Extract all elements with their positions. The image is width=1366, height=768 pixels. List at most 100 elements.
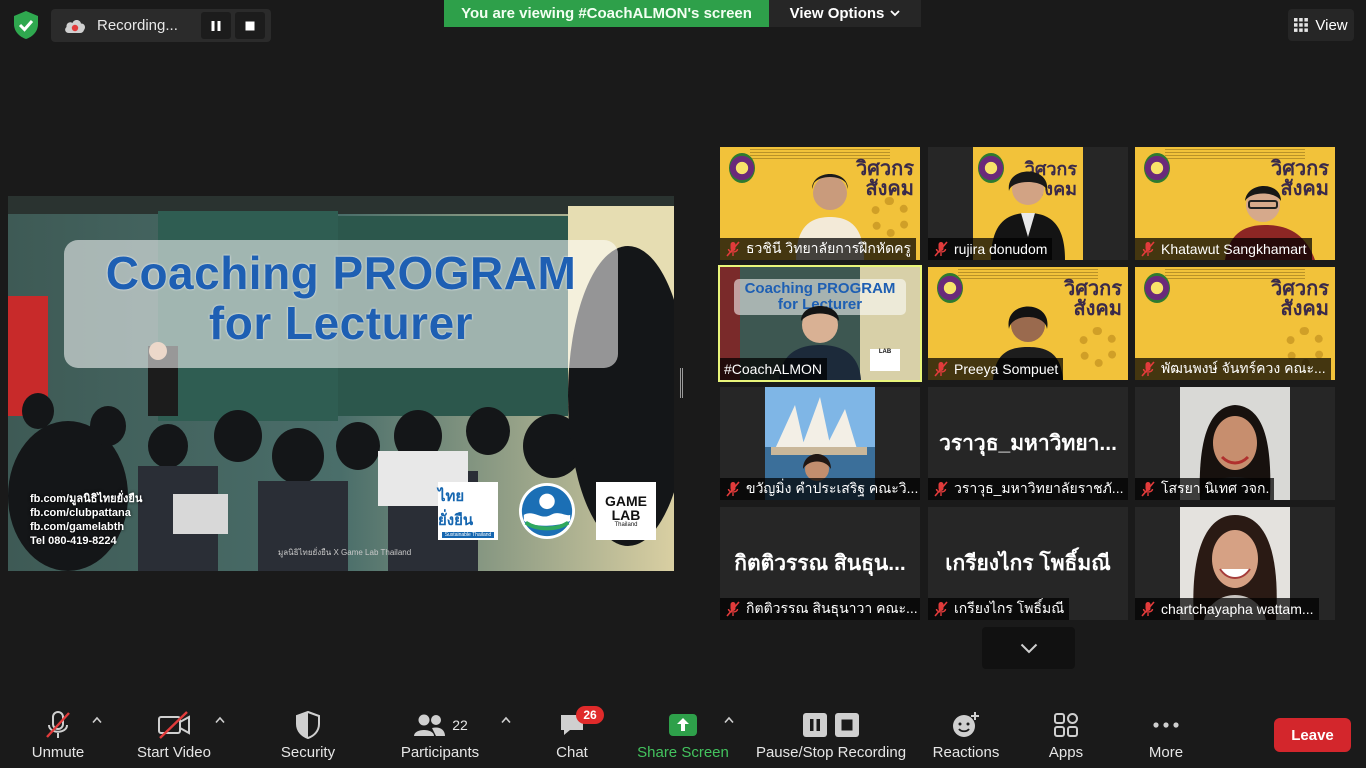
slide-link: Tel 080-419-8224 bbox=[30, 535, 117, 547]
participant-name: #CoachALMON bbox=[724, 361, 823, 377]
leave-meeting-button[interactable]: Leave bbox=[1274, 718, 1351, 752]
video-tile[interactable]: วราวุธ_มหาวิทยา... วราวุธ_มหาวิทยาลัยราช… bbox=[928, 387, 1128, 500]
video-tile[interactable]: วิศวกร สังคม rujira donudom bbox=[928, 147, 1128, 260]
view-options-button[interactable]: View Options bbox=[769, 0, 921, 27]
chevron-down-icon bbox=[1020, 643, 1037, 653]
slide-footer: มูลนิธิไทยยั่งยืน X Game Lab Thailand bbox=[278, 548, 412, 557]
game-lab-logo: GAME LAB Thailand bbox=[596, 482, 656, 540]
start-video-button[interactable]: Start Video bbox=[130, 710, 218, 766]
mic-muted-icon bbox=[726, 601, 740, 617]
reactions-label: Reactions bbox=[932, 744, 1000, 761]
slide-link: fb.com/มูลนิธิไทยยั่งยืน bbox=[30, 493, 143, 505]
share-screen-button[interactable]: Share Screen bbox=[636, 710, 730, 766]
recording-label: Recording... bbox=[97, 17, 178, 34]
participant-name: กิตติวรรณ สินธุนาวา คณะ... bbox=[746, 600, 918, 616]
video-tile[interactable]: กิตติวรรณ สินธุน... กิตติวรรณ สินธุนาวา … bbox=[720, 507, 920, 620]
video-tile[interactable]: วิศวกร สังคม Khatawut Sangkhamart bbox=[1135, 147, 1335, 260]
mic-muted-icon bbox=[726, 481, 740, 497]
participant-name: พัฒนพงษ์ จันทร์ควง คณะ... bbox=[1161, 360, 1326, 376]
mic-muted-icon bbox=[1141, 241, 1155, 257]
participants-label: Participants bbox=[400, 744, 480, 761]
slide-title-box: Coaching PROGRAM for Lecturer bbox=[64, 240, 618, 368]
participants-button[interactable]: 22 Participants bbox=[396, 710, 484, 766]
view-layout-button[interactable]: View bbox=[1288, 9, 1354, 41]
video-options-caret-icon[interactable] bbox=[215, 716, 225, 724]
slide-link: fb.com/clubpattana bbox=[30, 507, 131, 519]
more-label: More bbox=[1148, 744, 1184, 761]
video-tile[interactable]: วิศวกร สังคม พัฒนพงษ์ จันทร์ควง คณะ... bbox=[1135, 267, 1335, 380]
participants-icon bbox=[414, 714, 446, 736]
participant-display-name: วราวุธ_มหาวิทยา... bbox=[939, 432, 1117, 455]
participant-name: Preeya Sompuet bbox=[954, 361, 1059, 377]
video-tile-active-speaker[interactable]: Coaching PROGRAM for Lecturer LAB #Coach… bbox=[718, 265, 922, 382]
more-dots-icon bbox=[1153, 722, 1179, 728]
security-label: Security bbox=[280, 744, 336, 761]
slide-title-line2: for Lecturer bbox=[208, 297, 474, 349]
pause-stop-recording-label: Pause/Stop Recording bbox=[755, 744, 907, 761]
video-tile[interactable]: โสรยา นิเทศ วจก. bbox=[1135, 387, 1335, 500]
smiley-add-icon bbox=[953, 712, 979, 737]
shield-icon bbox=[296, 710, 320, 740]
participant-name: เกรียงไกร โพธิ์มณี bbox=[954, 600, 1065, 616]
video-tile[interactable]: chartchayapha wattam... bbox=[1135, 507, 1335, 620]
participant-name: chartchayapha wattam... bbox=[1161, 601, 1314, 617]
university-seal-icon bbox=[729, 153, 755, 183]
participant-name: Khatawut Sangkhamart bbox=[1161, 241, 1307, 257]
pause-icon bbox=[803, 713, 827, 737]
video-tile[interactable]: วิศวกร สังคม Preeya Sompuet bbox=[928, 267, 1128, 380]
start-video-label: Start Video bbox=[137, 744, 211, 761]
security-shield-icon[interactable] bbox=[12, 10, 40, 40]
share-screen-label: Share Screen bbox=[637, 744, 729, 761]
video-tile[interactable]: วิศวกร สังคม ธวชินี วิทยาลัยการฝึกหัดครู bbox=[720, 147, 920, 260]
gear-icon bbox=[870, 197, 910, 237]
shared-screen[interactable]: Coaching PROGRAM for Lecturer fb.com/มูล… bbox=[8, 196, 674, 571]
reactions-button[interactable]: Reactions bbox=[930, 710, 1002, 766]
participant-name: rujira donudom bbox=[954, 241, 1048, 257]
slide-contact-links: fb.com/มูลนิธิไทยยั่งยืน fb.com/clubpatt… bbox=[30, 492, 142, 548]
mic-muted-icon bbox=[1141, 601, 1155, 617]
slide-link: fb.com/gamelabth bbox=[30, 521, 125, 533]
stop-icon bbox=[245, 21, 255, 30]
participant-name: ขวัญมิ่ง คำประเสริฐ คณะวิ... bbox=[746, 480, 919, 496]
apps-button[interactable]: Apps bbox=[1040, 710, 1092, 766]
mic-muted-icon bbox=[726, 241, 740, 257]
participant-display-name: กิตติวรรณ สินธุน... bbox=[734, 552, 906, 575]
viewing-screen-banner: You are viewing #CoachALMON's screen bbox=[444, 0, 769, 27]
mic-muted-icon bbox=[934, 601, 948, 617]
unmute-button[interactable]: Unmute bbox=[22, 710, 94, 766]
participant-display-name: เกรียงไกร โพธิ์มณี bbox=[945, 552, 1111, 575]
recording-indicator: Recording... bbox=[51, 9, 271, 42]
gallery-next-page-button[interactable] bbox=[982, 627, 1075, 669]
participant-name: ธวชินี วิทยาลัยการฝึกหัดครู bbox=[746, 240, 912, 256]
slide-title-line1: Coaching PROGRAM bbox=[105, 247, 577, 299]
grid-icon bbox=[1294, 18, 1309, 32]
security-button[interactable]: Security bbox=[276, 710, 340, 766]
mic-muted-icon bbox=[46, 711, 70, 738]
pause-recording-button[interactable] bbox=[201, 12, 231, 39]
sustainable-thailand-logo: ไทยยั่งยืน Sustainable Thailand bbox=[438, 482, 498, 540]
participants-count: 22 bbox=[452, 717, 468, 733]
video-tile[interactable]: ขวัญมิ่ง คำประเสริฐ คณะวิ... bbox=[720, 387, 920, 500]
panel-resize-handle[interactable] bbox=[680, 368, 683, 398]
more-button[interactable]: More bbox=[1140, 710, 1192, 766]
mic-muted-icon bbox=[934, 361, 948, 377]
participants-options-caret-icon[interactable] bbox=[501, 716, 511, 724]
cloud-recording-icon bbox=[65, 19, 85, 33]
video-tile[interactable]: เกรียงไกร โพธิ์มณี เกรียงไกร โพธิ์มณี bbox=[928, 507, 1128, 620]
audio-options-caret-icon[interactable] bbox=[92, 716, 102, 724]
wave-circle-logo bbox=[517, 482, 577, 540]
stop-icon bbox=[835, 713, 859, 737]
mic-muted-icon bbox=[1141, 481, 1155, 497]
participant-name: โสรยา นิเทศ วจก. bbox=[1161, 480, 1270, 496]
participant-name: วราวุธ_มหาวิทยาลัยราชภั... bbox=[954, 480, 1124, 496]
stop-recording-button[interactable] bbox=[235, 12, 265, 39]
apps-label: Apps bbox=[1048, 744, 1084, 761]
apps-icon bbox=[1054, 713, 1078, 737]
video-off-icon bbox=[158, 711, 190, 739]
chevron-down-icon bbox=[890, 10, 901, 17]
view-label: View bbox=[1315, 16, 1348, 34]
mic-muted-icon bbox=[1141, 361, 1155, 377]
mic-muted-icon bbox=[934, 481, 948, 497]
share-options-caret-icon[interactable] bbox=[724, 716, 734, 724]
pause-stop-recording-button[interactable]: Pause/Stop Recording bbox=[753, 710, 909, 766]
